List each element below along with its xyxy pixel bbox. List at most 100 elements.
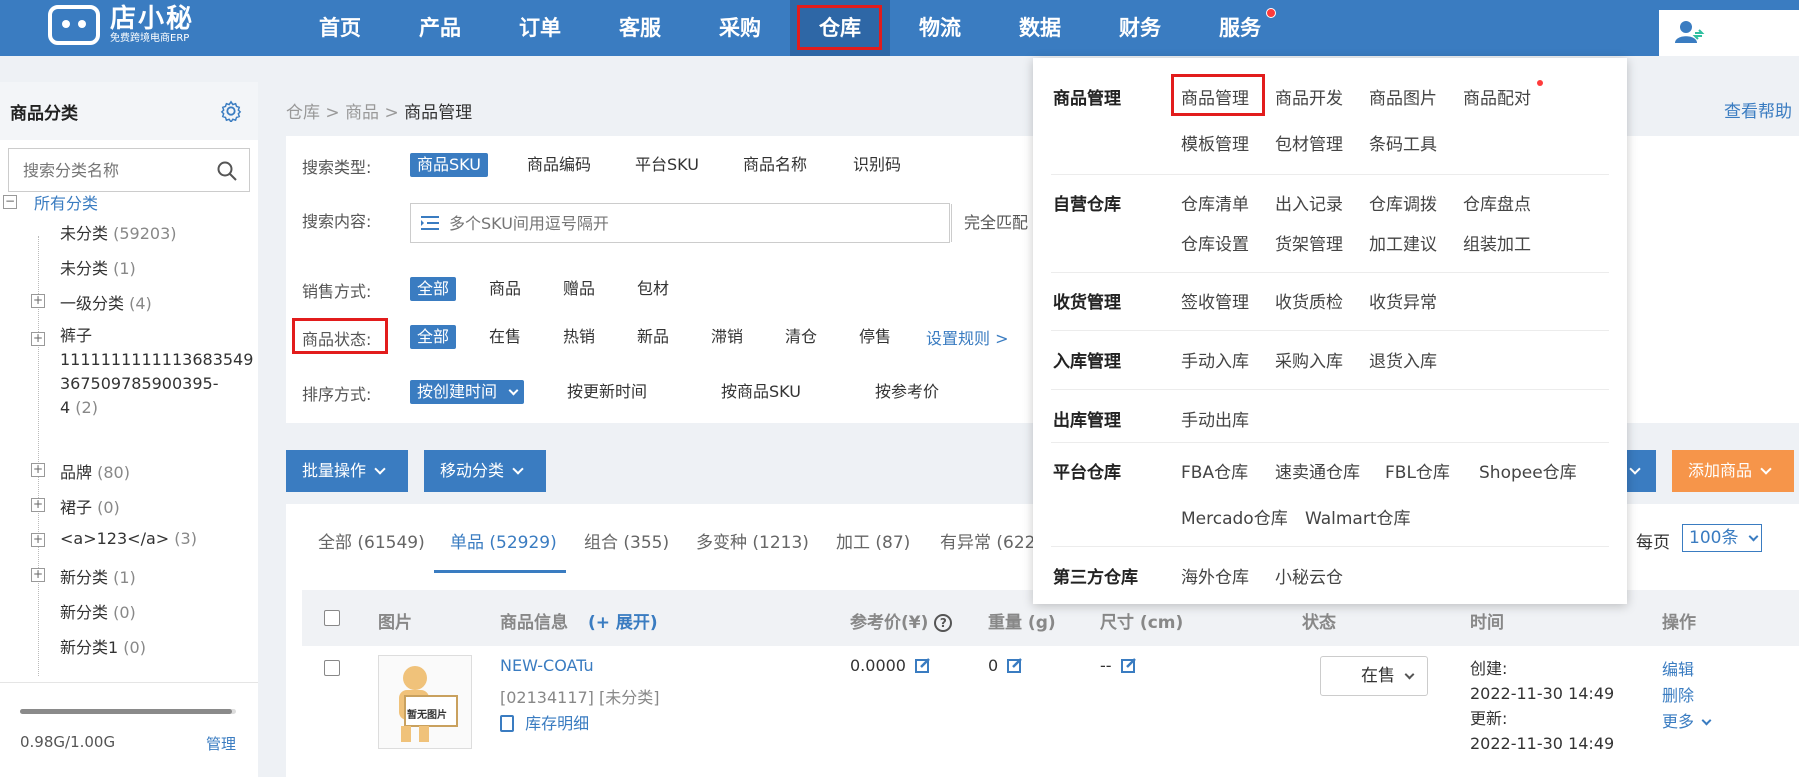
nav-products[interactable]: 产品 bbox=[390, 0, 490, 56]
category-search-input[interactable] bbox=[9, 149, 249, 191]
sale-gift[interactable]: 赠品 bbox=[556, 277, 602, 301]
sort-created[interactable]: 按创建时间 bbox=[410, 380, 525, 404]
tree-item[interactable]: 新分类1 (0) bbox=[60, 634, 146, 658]
nav-logistics[interactable]: 物流 bbox=[890, 0, 990, 56]
expand-icon[interactable]: + bbox=[31, 533, 45, 547]
tree-item[interactable]: <a>123</a> (3) bbox=[60, 529, 197, 548]
menu-item-goods-images[interactable]: 商品图片 bbox=[1369, 84, 1437, 109]
sort-updated[interactable]: 按更新时间 bbox=[560, 380, 654, 404]
tree-item[interactable]: 裤子 1111111111113683549 367509785900395- … bbox=[60, 324, 253, 420]
menu-item-overseas[interactable]: 海外仓库 bbox=[1181, 563, 1249, 588]
ref-price[interactable]: 0.0000 bbox=[850, 656, 931, 675]
search-type-platform-sku[interactable]: 平台SKU bbox=[628, 153, 706, 177]
expand-icon[interactable]: + bbox=[31, 463, 45, 477]
menu-item-barcode[interactable]: 条码工具 bbox=[1369, 130, 1437, 155]
help-link[interactable]: 查看帮助 bbox=[1724, 97, 1792, 122]
menu-item-transfer[interactable]: 仓库调拨 bbox=[1369, 190, 1437, 215]
tab-multi-variant[interactable]: 多变种 (1213) bbox=[696, 528, 809, 553]
menu-item-receiving-exception[interactable]: 收货异常 bbox=[1369, 288, 1437, 313]
menu-item-processing-advice[interactable]: 加工建议 bbox=[1369, 230, 1437, 255]
sale-packaging[interactable]: 包材 bbox=[630, 277, 676, 301]
tree-root[interactable]: 所有分类 bbox=[34, 190, 98, 214]
menu-item-warehouse-settings[interactable]: 仓库设置 bbox=[1181, 230, 1249, 255]
tree-item[interactable]: 未分类 (1) bbox=[60, 255, 136, 279]
menu-item-purchase-inbound[interactable]: 采购入库 bbox=[1275, 347, 1343, 372]
menu-item-fba[interactable]: FBA仓库 bbox=[1181, 458, 1248, 483]
add-product-button[interactable]: 添加商品 bbox=[1672, 450, 1794, 492]
stock-detail-link[interactable]: 库存明细 bbox=[500, 710, 589, 734]
tab-processing[interactable]: 加工 (87) bbox=[836, 528, 910, 553]
menu-item-io-records[interactable]: 出入记录 bbox=[1275, 190, 1343, 215]
size[interactable]: -- bbox=[1100, 656, 1137, 675]
collapse-icon[interactable]: − bbox=[3, 195, 17, 209]
status-select[interactable]: 在售 bbox=[1320, 656, 1428, 696]
expand-icon[interactable]: + bbox=[31, 294, 45, 308]
expand-icon[interactable]: + bbox=[31, 332, 45, 346]
nav-service[interactable]: 客服 bbox=[590, 0, 690, 56]
sort-ref-price[interactable]: 按参考价 bbox=[868, 380, 946, 404]
delete-link[interactable]: 删除 bbox=[1662, 682, 1694, 706]
tab-all[interactable]: 全部 (61549) bbox=[318, 528, 425, 553]
sale-all[interactable]: 全部 bbox=[410, 277, 457, 301]
menu-item-warehouse-list[interactable]: 仓库清单 bbox=[1181, 190, 1249, 215]
nav-orders[interactable]: 订单 bbox=[490, 0, 590, 56]
menu-item-goods-dev[interactable]: 商品开发 bbox=[1275, 84, 1343, 109]
tree-item[interactable]: 裙子 (0) bbox=[60, 494, 120, 518]
menu-item-shopee[interactable]: Shopee仓库 bbox=[1479, 458, 1577, 483]
menu-item-walmart[interactable]: Walmart仓库 bbox=[1305, 504, 1411, 529]
tree-item[interactable]: 新分类 (0) bbox=[60, 599, 136, 623]
more-link[interactable]: 更多 bbox=[1662, 708, 1712, 732]
tree-item[interactable]: 品牌 (80) bbox=[60, 459, 130, 483]
product-sku-link[interactable]: NEW-COATu bbox=[500, 656, 594, 675]
nav-warehouse[interactable]: 仓库 bbox=[790, 0, 890, 56]
status-stopped[interactable]: 停售 bbox=[852, 325, 898, 349]
tree-item[interactable]: 未分类 (59203) bbox=[60, 220, 177, 244]
search-icon[interactable] bbox=[217, 161, 237, 181]
sale-goods[interactable]: 商品 bbox=[482, 277, 528, 301]
search-type-id-code[interactable]: 识别码 bbox=[846, 153, 908, 177]
sort-sku[interactable]: 按商品SKU bbox=[714, 380, 808, 404]
nav-home[interactable]: 首页 bbox=[290, 0, 390, 56]
tab-combo[interactable]: 组合 (355) bbox=[584, 528, 669, 553]
batch-action-button[interactable]: 批量操作 bbox=[286, 450, 408, 492]
status-on-sale[interactable]: 在售 bbox=[482, 325, 528, 349]
status-new[interactable]: 新品 bbox=[630, 325, 676, 349]
help-circle-icon[interactable]: ? bbox=[934, 614, 953, 632]
row-checkbox[interactable] bbox=[324, 660, 340, 676]
app-logo[interactable]: 店小秘 免费跨境电商ERP bbox=[48, 2, 194, 48]
edit-icon[interactable] bbox=[1007, 657, 1023, 673]
menu-item-templates[interactable]: 模板管理 bbox=[1181, 130, 1249, 155]
nav-data[interactable]: 数据 bbox=[990, 0, 1090, 56]
menu-item-mercado[interactable]: Mercado仓库 bbox=[1181, 504, 1288, 529]
nav-purchase[interactable]: 采购 bbox=[690, 0, 790, 56]
menu-item-return-inbound[interactable]: 退货入库 bbox=[1369, 347, 1437, 372]
tree-item[interactable]: 新分类 (1) bbox=[60, 564, 136, 588]
menu-item-sign-in[interactable]: 签收管理 bbox=[1181, 288, 1249, 313]
menu-item-stocktake[interactable]: 仓库盘点 bbox=[1463, 190, 1531, 215]
menu-item-assembly[interactable]: 组装加工 bbox=[1463, 230, 1531, 255]
status-all[interactable]: 全部 bbox=[410, 325, 457, 349]
menu-item-manual-outbound[interactable]: 手动出库 bbox=[1181, 406, 1249, 431]
menu-item-goods-pairing[interactable]: 商品配对 bbox=[1463, 84, 1531, 109]
tab-single[interactable]: 单品 (52929) bbox=[450, 528, 557, 553]
edit-link[interactable]: 编辑 bbox=[1662, 656, 1694, 680]
gear-icon[interactable] bbox=[220, 100, 242, 122]
menu-item-cloud-warehouse[interactable]: 小秘云仓 bbox=[1275, 563, 1343, 588]
tree-item[interactable]: 一级分类 (4) bbox=[60, 290, 152, 314]
set-rule-link[interactable]: 设置规则 > bbox=[926, 325, 1009, 349]
match-mode-select[interactable]: 完全匹配 bbox=[951, 204, 1041, 242]
status-hot[interactable]: 热销 bbox=[556, 325, 602, 349]
breadcrumb-goods[interactable]: 商品 bbox=[345, 103, 379, 123]
menu-item-aliexpress[interactable]: 速卖通仓库 bbox=[1275, 458, 1360, 483]
edit-icon[interactable] bbox=[915, 657, 931, 673]
expand-icon[interactable]: + bbox=[31, 568, 45, 582]
per-page-select[interactable]: 100条 bbox=[1682, 524, 1762, 552]
weight[interactable]: 0 bbox=[988, 656, 1023, 675]
storage-manage-link[interactable]: 管理 bbox=[206, 733, 236, 754]
menu-item-qc[interactable]: 收货质检 bbox=[1275, 288, 1343, 313]
user-area[interactable] bbox=[1659, 10, 1799, 56]
nav-services[interactable]: 服务 bbox=[1190, 0, 1290, 56]
menu-item-manual-inbound[interactable]: 手动入库 bbox=[1181, 347, 1249, 372]
breadcrumb-warehouse[interactable]: 仓库 bbox=[286, 103, 320, 123]
status-clearance[interactable]: 清仓 bbox=[778, 325, 824, 349]
